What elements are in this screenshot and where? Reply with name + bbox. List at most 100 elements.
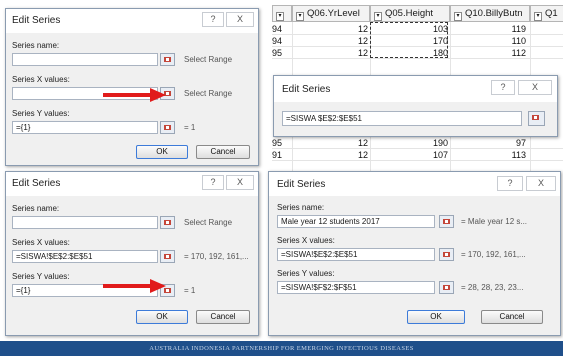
table-cell[interactable]: 119 (452, 23, 526, 35)
dialog-title: Edit Series (12, 178, 61, 189)
range-select-icon (443, 219, 450, 224)
series-y-hint: = 1 (184, 286, 196, 295)
range-select-button[interactable] (439, 215, 454, 228)
dialog-title: Edit Series (277, 179, 326, 190)
series-name-label: Series name: (12, 41, 60, 50)
range-select-button[interactable] (439, 248, 454, 261)
help-button[interactable]: ? (202, 12, 224, 27)
column-header[interactable]: ▾ (272, 5, 292, 22)
series-name-input[interactable] (12, 216, 158, 229)
series-name-input[interactable] (12, 53, 158, 66)
red-arrow-icon (103, 279, 166, 293)
range-select-button[interactable] (160, 216, 175, 229)
range-select-button[interactable] (439, 281, 454, 294)
table-cell[interactable]: 112 (452, 47, 526, 59)
table-cell[interactable]: 97 (452, 137, 526, 149)
range-select-icon (164, 125, 171, 130)
table-cell[interactable]: 12 (294, 137, 368, 149)
edit-series-collapsed-dialog: Edit Series ? X =SISWA $E$2:$E$51 (273, 75, 558, 137)
selected-range-marquee (370, 22, 448, 58)
column-header[interactable]: ▾ Q1 (530, 5, 563, 22)
table-cell[interactable]: 190 (372, 137, 448, 149)
table-cell[interactable]: 107 (372, 149, 448, 161)
close-button[interactable]: X (226, 175, 254, 190)
range-select-icon (164, 254, 171, 259)
range-select-button[interactable] (160, 121, 175, 134)
series-x-input[interactable]: =SISWA!$E$2:$E$51 (12, 250, 158, 263)
range-select-icon (443, 285, 450, 290)
ok-button[interactable]: OK (407, 310, 465, 324)
series-x-hint: Select Range (184, 89, 233, 98)
cancel-button[interactable]: Cancel (481, 310, 543, 324)
column-header[interactable]: ▾ Q05.Height (370, 5, 450, 22)
table-cell[interactable]: 12 (294, 47, 368, 59)
column-header-label: Q06.YrLevel (307, 8, 360, 19)
series-y-label: Series Y values: (12, 109, 70, 118)
series-y-input[interactable]: =SISWA!$F$2:$F$51 (277, 281, 435, 294)
series-y-hint: = 1 (184, 123, 196, 132)
table-cell[interactable]: 12 (294, 149, 368, 161)
series-name-hint: Select Range (184, 55, 233, 64)
series-x-input[interactable]: =SISWA!$E$2:$E$51 (277, 248, 435, 261)
table-cell[interactable]: 91 (272, 149, 290, 161)
series-name-label: Series name: (277, 203, 325, 212)
column-header[interactable]: ▾ Q10.BillyButn (450, 5, 530, 22)
series-x-label: Series X values: (12, 238, 70, 247)
edit-series-dialog-1: Edit Series ? X Series name: Select Rang… (5, 8, 259, 166)
table-cell[interactable]: 12 (294, 35, 368, 47)
series-y-label: Series Y values: (12, 272, 70, 281)
filter-dropdown-icon[interactable]: ▾ (534, 12, 542, 21)
series-x-hint: = 170, 192, 161,... (461, 250, 526, 259)
series-y-label: Series Y values: (277, 269, 335, 278)
help-button[interactable]: ? (202, 175, 224, 190)
series-name-label: Series name: (12, 204, 60, 213)
series-name-hint: = Male year 12 s... (461, 217, 528, 226)
ok-button[interactable]: OK (136, 145, 188, 159)
table-cell[interactable]: 12 (294, 23, 368, 35)
table-cell[interactable]: 110 (452, 35, 526, 47)
column-header[interactable]: ▾ Q06.YrLevel (292, 5, 370, 22)
dialog-title: Edit Series (12, 15, 61, 26)
table-cell[interactable]: 94 (272, 35, 290, 47)
red-arrow-icon (103, 88, 166, 102)
series-name-hint: Select Range (184, 218, 233, 227)
help-button[interactable]: ? (497, 176, 523, 191)
range-expand-icon (532, 115, 539, 120)
dialog-body: Series name: Select Range Series X value… (6, 196, 258, 335)
series-x-hint: = 170, 192, 161,... (184, 252, 249, 261)
dialog-title: Edit Series (282, 84, 331, 95)
table-cell[interactable]: 94 (272, 23, 290, 35)
filter-dropdown-icon[interactable]: ▾ (276, 12, 284, 21)
table-cell[interactable]: 95 (272, 137, 290, 149)
cancel-button[interactable]: Cancel (196, 145, 250, 159)
close-button[interactable]: X (226, 12, 254, 27)
dialog-body: Series name: Male year 12 students 2017 … (269, 196, 560, 335)
cancel-button[interactable]: Cancel (196, 310, 250, 324)
series-y-hint: = 28, 28, 23, 23... (461, 283, 524, 292)
filter-dropdown-icon[interactable]: ▾ (296, 12, 304, 21)
range-select-button[interactable] (160, 250, 175, 263)
edit-series-dialog-2: Edit Series ? X Series name: Select Rang… (5, 171, 259, 336)
series-name-input[interactable]: Male year 12 students 2017 (277, 215, 435, 228)
edit-series-dialog-4: Edit Series ? X Series name: Male year 1… (268, 171, 561, 336)
table-cell[interactable]: 113 (452, 149, 526, 161)
series-x-input[interactable]: =SISWA $E$2:$E$51 (282, 111, 522, 126)
range-select-icon (164, 220, 171, 225)
series-x-label: Series X values: (12, 75, 70, 84)
series-x-label: Series X values: (277, 236, 335, 245)
close-button[interactable]: X (518, 80, 552, 95)
help-button[interactable]: ? (491, 80, 515, 95)
range-expand-button[interactable] (528, 111, 545, 126)
dialog-body: =SISWA $E$2:$E$51 (274, 102, 557, 136)
range-select-button[interactable] (160, 53, 175, 66)
column-header-label: Q1 (545, 8, 558, 19)
range-select-icon (164, 57, 171, 62)
series-y-input[interactable]: ={1} (12, 121, 158, 134)
filter-dropdown-icon[interactable]: ▾ (454, 12, 462, 21)
close-button[interactable]: X (526, 176, 556, 191)
ok-button[interactable]: OK (136, 310, 188, 324)
filter-dropdown-icon[interactable]: ▾ (374, 12, 382, 21)
range-select-icon (443, 252, 450, 257)
footer-banner: AUSTRALIA INDONESIA PARTNERSHIP FOR EMER… (0, 341, 563, 356)
table-cell[interactable]: 95 (272, 47, 290, 59)
